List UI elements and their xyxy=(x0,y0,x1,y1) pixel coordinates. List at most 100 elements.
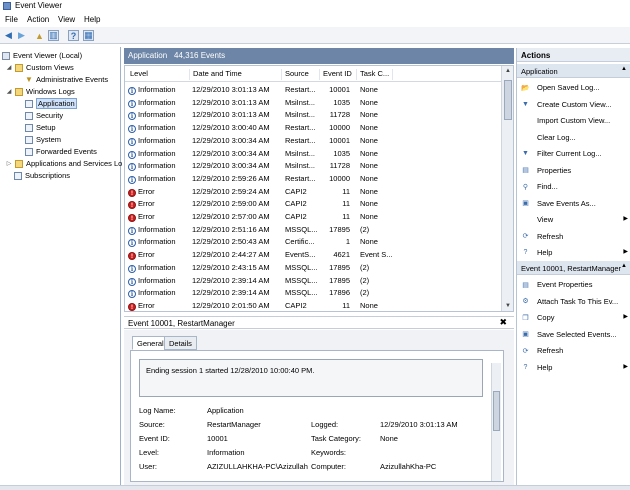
action-refresh[interactable]: ⟳ Refresh xyxy=(517,343,630,358)
submenu-arrow-icon: ▶ xyxy=(623,216,628,222)
action-find[interactable]: ⚲ Find... xyxy=(517,179,630,194)
action-save-selected-events[interactable]: ▣ Save Selected Events... xyxy=(517,327,630,342)
event-row[interactable]: i Information 12/29/2010 2:39:14 AM MSSQL..… xyxy=(125,274,501,287)
event-level: i Information xyxy=(128,98,176,108)
event-list: Level Date and Time Source Event ID Task… xyxy=(124,65,514,312)
event-row[interactable]: i Information 12/29/2010 2:50:43 AM Certifi… xyxy=(125,235,501,248)
action-help[interactable]: ? Help ▶ xyxy=(517,245,630,260)
column-header-date-time[interactable]: Date and Time xyxy=(190,69,282,80)
folder-up-icon[interactable]: ▲ xyxy=(34,30,45,41)
event-row[interactable]: i Information 12/29/2010 2:39:14 AM MSSQL..… xyxy=(125,286,501,299)
tab-details[interactable]: Details xyxy=(164,336,197,350)
event-row[interactable]: ! Error 12/29/2010 2:59:00 AM CAPI2 11 None xyxy=(125,197,501,210)
event-row[interactable]: ! Error 12/29/2010 2:59:24 AM CAPI2 11 None xyxy=(125,185,501,198)
tree-item-applications-and-services[interactable]: ▷ Applications and Services Lo xyxy=(6,158,123,169)
event-level: i Information xyxy=(128,161,176,172)
submenu-arrow-icon: ▶ xyxy=(623,314,628,320)
event-list-scrollbar[interactable]: ▲ ▼ xyxy=(501,66,513,311)
event-row[interactable]: i Information 12/29/2010 3:00:34 AM MsiInst… xyxy=(125,159,501,172)
detail-scrollbar[interactable] xyxy=(491,363,501,481)
menu-help[interactable]: Help xyxy=(84,15,100,24)
action-help[interactable]: ? Help ▶ xyxy=(517,360,630,375)
event-row[interactable]: ! Error 12/29/2010 2:44:27 AM EventS... 4621… xyxy=(125,248,501,261)
navigation-tree: Event Viewer (Local) ◢ Custom Views ▼ Ad… xyxy=(0,47,123,485)
event-row[interactable]: i Information 12/29/2010 3:01:13 AM Restart… xyxy=(125,83,501,96)
action-save-events-as[interactable]: ▣ Save Events As... xyxy=(517,196,630,211)
action-label: Save Events As... xyxy=(537,198,596,208)
event-level-text: Information xyxy=(138,173,176,183)
event-date-time: 12/29/2010 2:01:50 AM xyxy=(192,300,270,310)
action-filter-current-log[interactable]: ▼ Filter Current Log... xyxy=(517,146,630,161)
action-clear-log[interactable]: Clear Log... xyxy=(517,130,630,145)
toolbar: ◀ ▶ ▲ ▥ ? ▦ xyxy=(0,27,630,44)
event-task-category: None xyxy=(360,300,378,310)
tree-item-event-viewer-local[interactable]: Event Viewer (Local) xyxy=(2,50,82,61)
tree-item-security[interactable]: Security xyxy=(25,110,63,121)
tree-item-subscriptions[interactable]: Subscriptions xyxy=(14,170,70,181)
column-header-source[interactable]: Source xyxy=(282,69,320,80)
event-row[interactable]: i Information 12/29/2010 3:01:13 AM MsiInst… xyxy=(125,108,501,121)
action-open-saved-log[interactable]: 📂 Open Saved Log... xyxy=(517,80,630,95)
expand-triangle-icon[interactable]: ▷ xyxy=(6,160,12,167)
show-tree-icon[interactable]: ▥ xyxy=(48,30,59,41)
event-level: i Information xyxy=(128,123,176,134)
event-level-text: Information xyxy=(138,224,176,234)
tree-item-custom-views[interactable]: ◢ Custom Views xyxy=(6,62,74,73)
action-label: Copy xyxy=(537,313,555,322)
scroll-thumb[interactable] xyxy=(493,391,500,431)
show-pane-icon[interactable]: ▦ xyxy=(83,30,94,41)
event-level-text: Error xyxy=(138,212,155,221)
tree-item-system[interactable]: System xyxy=(25,134,61,145)
actions-section-event[interactable]: Event 10001, RestartManager ▲ xyxy=(517,261,630,275)
event-row[interactable]: ! Error 12/29/2010 2:01:50 AM CAPI2 11 None xyxy=(125,299,501,311)
event-row[interactable]: i Information 12/29/2010 3:00:34 AM MsiInst… xyxy=(125,147,501,160)
event-row[interactable]: i Information 12/29/2010 2:59:26 AM Restart… xyxy=(125,172,501,185)
event-source: Restart... xyxy=(285,85,316,94)
event-row[interactable]: i Information 12/29/2010 3:00:34 AM Restart… xyxy=(125,134,501,147)
event-source: Certific... xyxy=(285,237,315,247)
tree-item-administrative-events[interactable]: ▼ Administrative Events xyxy=(25,74,108,85)
action-refresh[interactable]: ⟳ Refresh xyxy=(517,229,630,244)
tree-item-forwarded-events[interactable]: Forwarded Events xyxy=(25,146,97,157)
help-icon[interactable]: ? xyxy=(68,30,79,41)
menu-action[interactable]: Action xyxy=(27,15,49,24)
event-row[interactable]: i Information 12/29/2010 2:51:16 AM MSSQL..… xyxy=(125,223,501,236)
action-import-custom-view[interactable]: Import Custom View... xyxy=(517,113,630,128)
event-id: 17895 xyxy=(329,224,350,234)
tree-item-windows-logs[interactable]: ◢ Windows Logs xyxy=(6,86,75,97)
close-icon[interactable]: ✖ xyxy=(499,317,507,328)
action-view[interactable]: View ▶ xyxy=(517,212,630,227)
collapse-arrow-icon[interactable]: ▲ xyxy=(621,263,627,269)
actions-section-application[interactable]: Application ▲ xyxy=(517,64,630,78)
action-properties[interactable]: ▤ Properties xyxy=(517,163,630,178)
menu-file[interactable]: File xyxy=(5,15,18,24)
event-level-text: Error xyxy=(138,250,155,260)
event-message[interactable]: Ending session 1 started 12/28/2010 10:0… xyxy=(139,359,483,397)
event-row[interactable]: ! Error 12/29/2010 2:57:00 AM CAPI2 11 None xyxy=(125,210,501,223)
action-event-properties[interactable]: ▤ Event Properties xyxy=(517,277,630,292)
menu-view[interactable]: View xyxy=(58,15,75,24)
column-header-level[interactable]: Level xyxy=(127,69,190,80)
event-date-time: 12/29/2010 3:01:13 AM xyxy=(192,110,270,120)
action-attach-task-to-this-ev[interactable]: ⚙ Attach Task To This Ev... xyxy=(517,294,630,309)
tree-item-application[interactable]: Application xyxy=(25,98,77,109)
event-row[interactable]: i Information 12/29/2010 3:01:13 AM MsiInst… xyxy=(125,96,501,109)
action-copy[interactable]: ❐ Copy ▶ xyxy=(517,310,630,325)
collapse-triangle-icon[interactable]: ◢ xyxy=(6,64,12,71)
scroll-thumb[interactable] xyxy=(504,80,512,120)
collapse-triangle-icon[interactable]: ◢ xyxy=(6,88,12,95)
tree-item-setup[interactable]: Setup xyxy=(25,122,56,133)
action-create-custom-view[interactable]: ▼ Create Custom View... xyxy=(517,97,630,112)
level-label: Level: xyxy=(139,448,160,457)
forward-arrow-icon[interactable]: ▶ xyxy=(16,30,27,41)
column-header-event-id[interactable]: Event ID xyxy=(320,69,357,80)
collapse-arrow-icon[interactable]: ▲ xyxy=(621,66,627,72)
event-row[interactable]: i Information 12/29/2010 2:43:15 AM MSSQL..… xyxy=(125,261,501,274)
scroll-up-icon[interactable]: ▲ xyxy=(504,68,512,74)
event-level: i Information xyxy=(128,237,176,248)
scroll-down-icon[interactable]: ▼ xyxy=(504,303,512,309)
event-row[interactable]: i Information 12/29/2010 3:00:40 AM Restart… xyxy=(125,121,501,134)
back-arrow-icon[interactable]: ◀ xyxy=(3,30,14,41)
column-header-task-category[interactable]: Task C... xyxy=(357,69,393,80)
log-name-label: Log Name: xyxy=(139,406,176,415)
